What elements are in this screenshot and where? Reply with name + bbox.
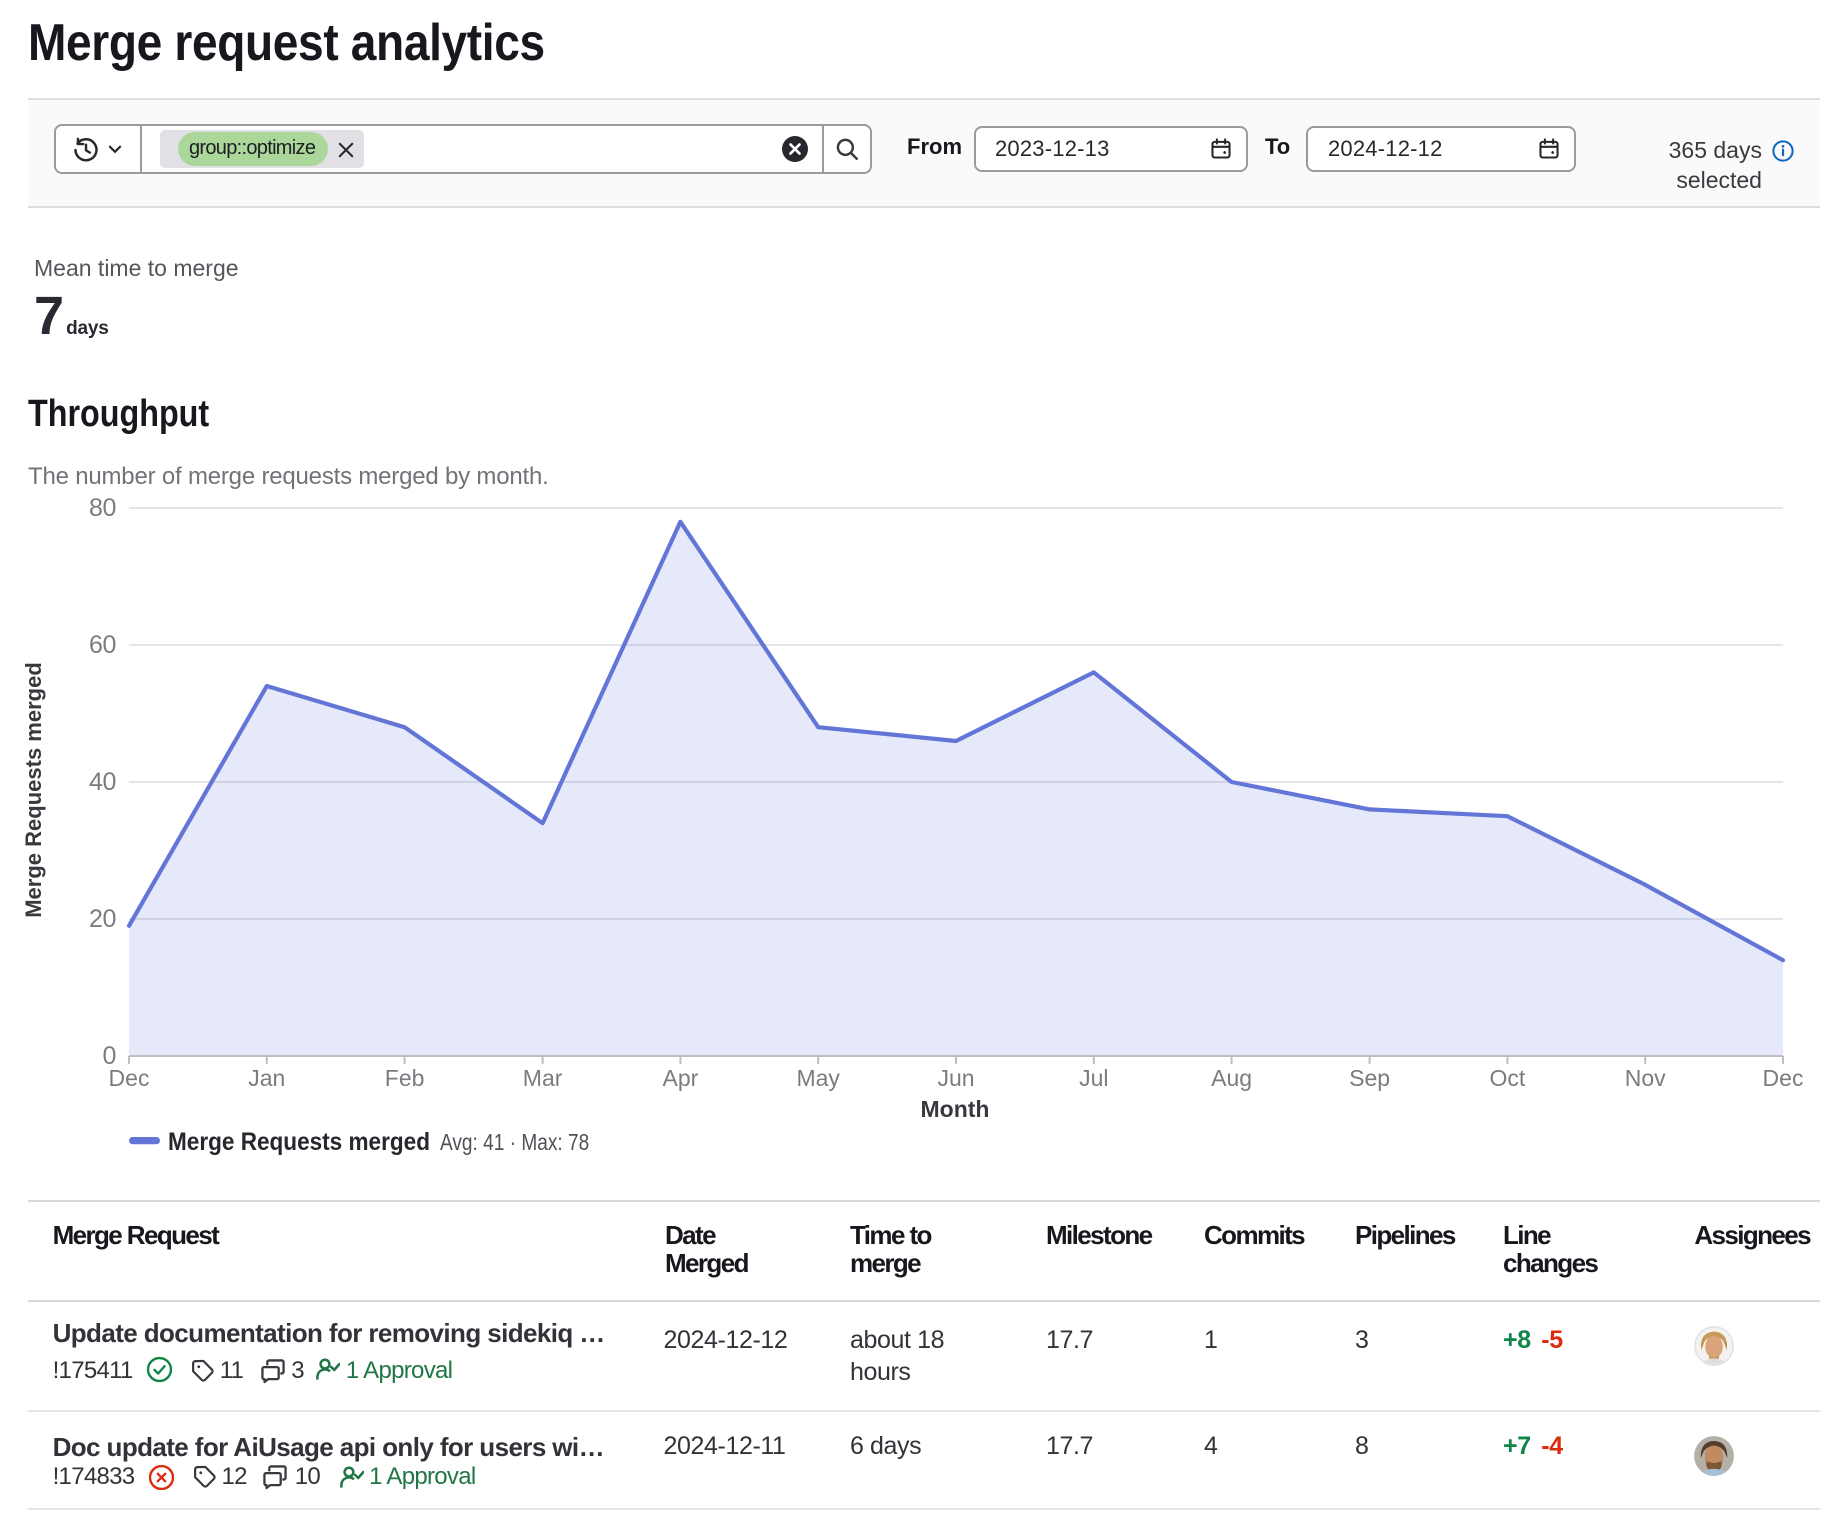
svg-text:60: 60 [89,631,116,659]
svg-text:Merge Requests merged: Merge Requests merged [21,662,46,918]
svg-text:80: 80 [89,494,116,522]
svg-text:40: 40 [89,768,116,796]
svg-text:Aug: Aug [1211,1065,1252,1091]
svg-text:Sep: Sep [1349,1065,1390,1091]
svg-text:Dec: Dec [109,1065,150,1091]
svg-text:Dec: Dec [1763,1065,1804,1091]
svg-text:20: 20 [89,905,116,933]
svg-text:Feb: Feb [385,1065,425,1091]
svg-text:Jun: Jun [937,1065,974,1091]
svg-text:Jul: Jul [1079,1065,1108,1091]
svg-text:Jan: Jan [248,1065,285,1091]
svg-text:May: May [796,1065,840,1091]
svg-text:Oct: Oct [1490,1065,1526,1091]
svg-text:Apr: Apr [663,1065,699,1091]
svg-text:Month: Month [921,1096,990,1122]
svg-text:Merge Requests merged: Merge Requests merged [168,1128,430,1156]
svg-text:Avg: 41 · Max: 78: Avg: 41 · Max: 78 [440,1130,589,1155]
svg-text:Nov: Nov [1625,1065,1666,1091]
svg-text:Mar: Mar [523,1065,563,1091]
